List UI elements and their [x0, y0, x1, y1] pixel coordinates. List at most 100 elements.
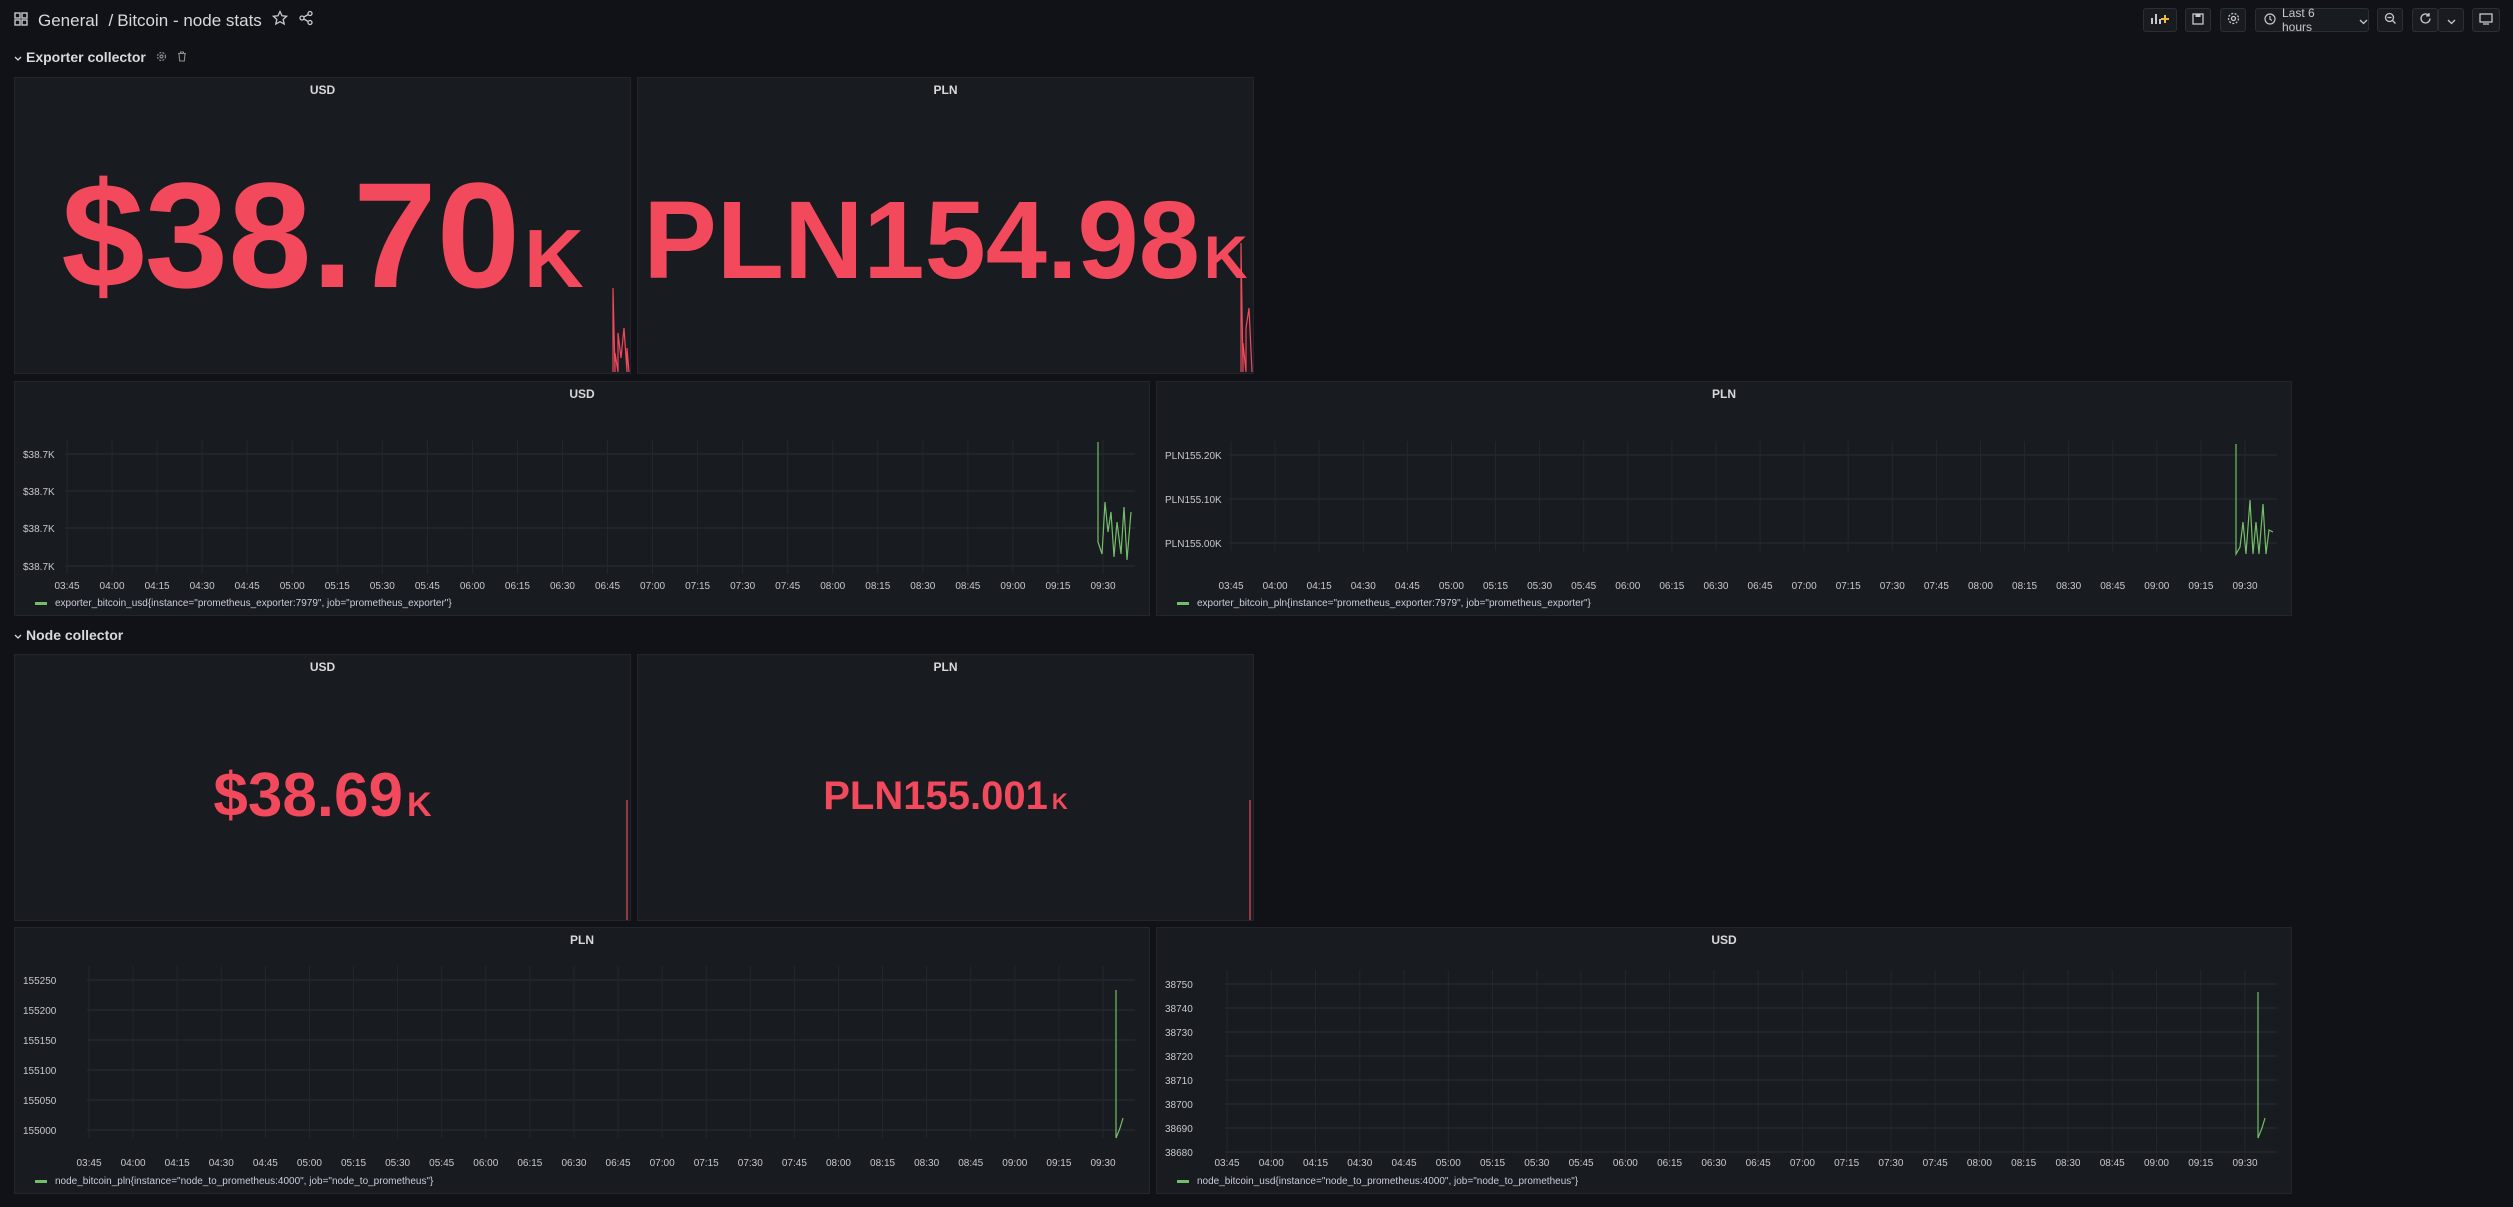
- chart-area[interactable]: 155250 155200 155150 155100 155050 155000 03:4…: [15, 928, 1151, 1195]
- stat-panel-exporter-usd[interactable]: USD $38.70K: [14, 77, 631, 374]
- y-tick-label: 38730: [1165, 1028, 1193, 1039]
- y-tick-label: 155200: [23, 1006, 57, 1017]
- x-tick-label: 04:30: [1351, 581, 1376, 592]
- x-tick-label: 06:15: [1657, 1158, 1682, 1169]
- x-tick-label: 06:15: [517, 1158, 542, 1169]
- timeseries-panel-exporter-usd[interactable]: $38.7K $38.7K $38.7K $38.7K 03:45 04:00 04:15 0…: [14, 381, 1150, 616]
- timeseries-panel-node-pln[interactable]: 155250 155200 155150 155100 155050 155000 03:4…: [14, 927, 1150, 1194]
- zoom-out-button[interactable]: [2377, 8, 2403, 32]
- save-button[interactable]: [2185, 8, 2211, 32]
- x-tick-label: 04:30: [1347, 1158, 1372, 1169]
- stat-panel-exporter-pln[interactable]: PLN PLN154.98K: [637, 77, 1254, 374]
- x-tick-label: 06:30: [1701, 1158, 1726, 1169]
- legend[interactable]: exporter_bitcoin_usd{instance="prometheu…: [35, 598, 452, 609]
- x-tick-label: 07:45: [1924, 581, 1949, 592]
- x-tick-label: 08:00: [1967, 1158, 1992, 1169]
- x-tick-label: 09:00: [2144, 581, 2169, 592]
- legend[interactable]: node_bitcoin_pln{instance="node_to_prome…: [35, 1176, 433, 1187]
- x-tick-label: 06:00: [1615, 581, 1640, 592]
- apps-icon[interactable]: [14, 11, 28, 31]
- x-tick-label: 07:30: [1880, 581, 1905, 592]
- x-tick-label: 08:00: [1968, 581, 1993, 592]
- x-tick-label: 06:45: [1748, 581, 1773, 592]
- breadcrumb: General / Bitcoin - node stats: [14, 9, 314, 31]
- timeseries-panel-exporter-pln[interactable]: PLN155.20K PLN155.10K PLN155.00K 03:45 04:00…: [1156, 381, 2292, 616]
- sparkline: [612, 287, 630, 373]
- series-line: [1115, 990, 1124, 1139]
- x-tick-label: 05:30: [1524, 1158, 1549, 1169]
- x-tick-label: 07:45: [775, 581, 800, 592]
- x-tick-label: 07:15: [694, 1158, 719, 1169]
- legend-swatch: [35, 602, 47, 605]
- legend-label: node_bitcoin_pln{instance="node_to_prome…: [55, 1176, 434, 1187]
- y-tick-label: PLN155.00K: [1165, 539, 1222, 550]
- x-tick-label: 09:30: [1090, 1158, 1115, 1169]
- y-tick-label: 38720: [1165, 1052, 1193, 1063]
- x-tick-label: 04:45: [1392, 1158, 1417, 1169]
- y-tick-label: 38750: [1165, 980, 1193, 991]
- x-tick-label: 08:15: [2011, 1158, 2036, 1169]
- add-panel-button[interactable]: [2143, 8, 2177, 32]
- y-tick-label: 38690: [1165, 1124, 1193, 1135]
- x-tick-label: 08:15: [870, 1158, 895, 1169]
- legend[interactable]: exporter_bitcoin_pln{instance="prometheu…: [1177, 598, 1591, 609]
- x-tick-label: 08:15: [2012, 581, 2037, 592]
- dashboard-title[interactable]: Bitcoin - node stats: [117, 11, 262, 31]
- add-panel-icon: [2150, 12, 2170, 29]
- legend-label: node_bitcoin_usd{instance="node_to_prome…: [1197, 1176, 1579, 1187]
- panel-title: PLN: [570, 933, 594, 947]
- x-tick-label: 08:00: [826, 1158, 851, 1169]
- x-tick-label: 06:00: [460, 581, 485, 592]
- gear-icon[interactable]: [156, 49, 167, 65]
- chart-area[interactable]: 38750 38740 38730 38720 38710 38700 38690 38680…: [1157, 928, 2293, 1195]
- time-picker[interactable]: Last 6 hours: [2255, 6, 2369, 34]
- x-tick-label: 09:30: [2232, 1158, 2257, 1169]
- breadcrumb-separator: /: [108, 10, 114, 30]
- x-tick-label: 04:00: [1263, 581, 1288, 592]
- row-header-node[interactable]: Node collector: [14, 627, 123, 643]
- x-tick-label: 08:00: [820, 581, 845, 592]
- timeseries-panel-node-usd[interactable]: 38750 38740 38730 38720 38710 38700 38690 38680…: [1156, 927, 2292, 1194]
- x-tick-label: 05:45: [1571, 581, 1596, 592]
- sparkline: [626, 800, 628, 920]
- x-tick-label: 09:00: [2144, 1158, 2169, 1169]
- chevron-down-icon[interactable]: [14, 49, 22, 65]
- x-tick-label: 06:30: [1703, 581, 1728, 592]
- refresh-interval-button[interactable]: [2438, 8, 2464, 32]
- chart-area[interactable]: $38.7K $38.7K $38.7K $38.7K 03:45 04:00 04:15 0…: [15, 382, 1151, 617]
- x-tick-label: 08:45: [958, 1158, 983, 1169]
- breadcrumb-root[interactable]: General: [38, 11, 98, 31]
- time-range-label: Last 6 hours: [2282, 6, 2315, 34]
- y-tick-label: PLN155.20K: [1165, 451, 1222, 462]
- tv-mode-button[interactable]: [2472, 8, 2500, 32]
- chart-area[interactable]: PLN155.20K PLN155.10K PLN155.00K 03:45 04:00…: [1157, 382, 2293, 617]
- chevron-down-icon[interactable]: [14, 627, 22, 643]
- x-tick-label: 05:00: [297, 1158, 322, 1169]
- panel-title: USD: [569, 387, 595, 401]
- x-tick-label: 08:30: [2056, 581, 2081, 592]
- x-tick-label: 07:30: [1878, 1158, 1903, 1169]
- x-tick-label: 08:30: [910, 581, 935, 592]
- x-tick-label: 05:15: [1483, 581, 1508, 592]
- panel-title: PLN: [1712, 387, 1736, 401]
- x-tick-label: 09:30: [2232, 581, 2257, 592]
- y-tick-label: 38740: [1165, 1004, 1193, 1015]
- y-tick-label: $38.7K: [23, 450, 55, 461]
- x-tick-label: 06:45: [595, 581, 620, 592]
- x-tick-label: 07:15: [685, 581, 710, 592]
- trash-icon[interactable]: [177, 49, 187, 65]
- x-tick-label: 06:45: [1746, 1158, 1771, 1169]
- share-icon[interactable]: [298, 10, 314, 31]
- stat-panel-node-pln[interactable]: PLN PLN155.001 K: [637, 654, 1254, 921]
- stat-panel-node-usd[interactable]: USD $38.69 K: [14, 654, 631, 921]
- y-tick-label: 155150: [23, 1036, 57, 1047]
- settings-button[interactable]: [2220, 8, 2246, 32]
- star-icon[interactable]: [271, 9, 288, 31]
- x-tick-label: 08:30: [914, 1158, 939, 1169]
- x-tick-label: 05:00: [1436, 1158, 1461, 1169]
- refresh-button[interactable]: [2412, 8, 2438, 32]
- row-header-exporter[interactable]: Exporter collector: [14, 49, 187, 65]
- legend[interactable]: node_bitcoin_usd{instance="node_to_prome…: [1177, 1176, 1578, 1187]
- x-tick-label: 09:00: [1002, 1158, 1027, 1169]
- x-tick-label: 05:30: [370, 581, 395, 592]
